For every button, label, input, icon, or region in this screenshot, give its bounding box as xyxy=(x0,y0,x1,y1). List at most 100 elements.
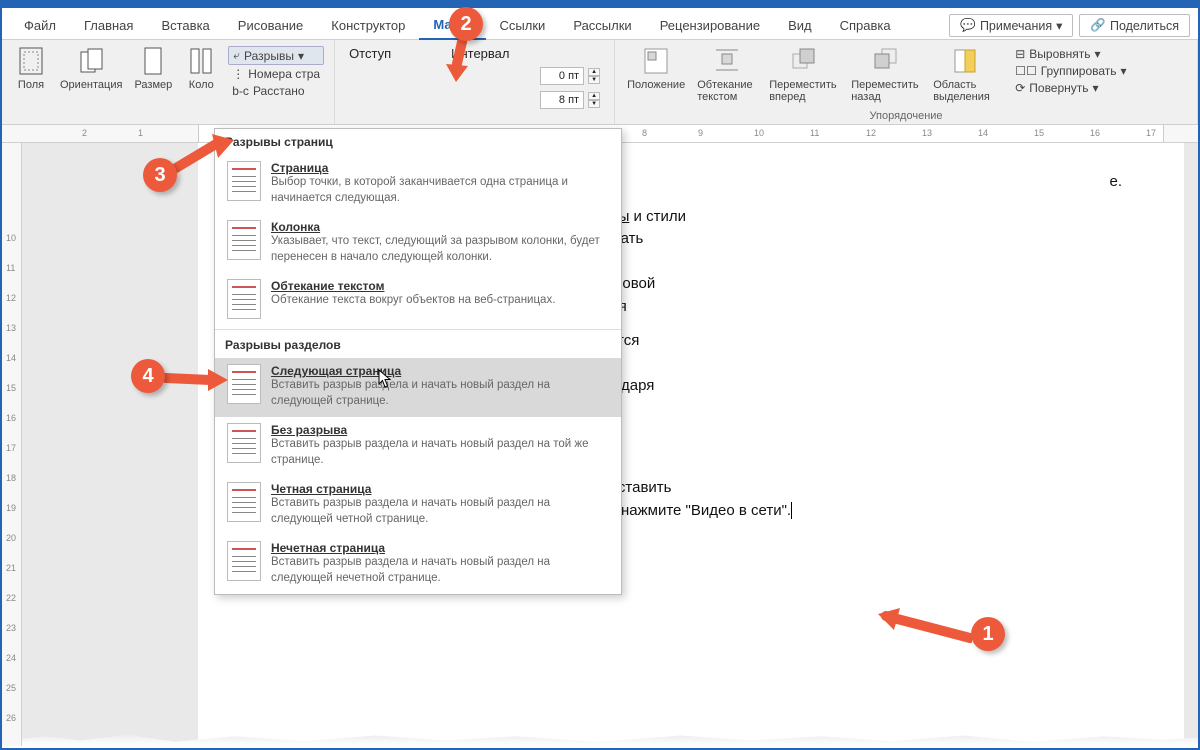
break-next-page-title: Следующая страница xyxy=(271,364,611,378)
breaks-icon: ⤶ xyxy=(233,48,240,63)
break-text-wrap-title: Обтекание текстом xyxy=(271,279,555,293)
align-button[interactable]: ⊟ Выровнять ▾ xyxy=(1011,46,1130,62)
break-page-title: Страница xyxy=(271,161,611,175)
annotation-badge-3: 3 xyxy=(143,158,177,192)
rotate-icon: ⟳ xyxy=(1015,81,1025,95)
spacing-before-stepper[interactable]: ▲▼ xyxy=(588,68,600,84)
margins-button[interactable]: Поля xyxy=(8,44,54,122)
ruler-v-tick: 23 xyxy=(6,623,16,633)
share-button[interactable]: 🔗 Поделиться xyxy=(1079,14,1190,37)
break-odd-page[interactable]: Нечетная страницаВставить разрыв раздела… xyxy=(215,535,621,594)
tab-help[interactable]: Справка xyxy=(826,12,905,39)
position-button[interactable]: Положение xyxy=(621,44,691,108)
doc-text: и стили xyxy=(629,208,686,225)
tab-review[interactable]: Рецензирование xyxy=(646,12,774,39)
break-text-wrap[interactable]: Обтекание текстомОбтекание текста вокруг… xyxy=(215,273,621,327)
align-label: Выровнять xyxy=(1029,47,1090,61)
share-label: Поделиться xyxy=(1110,19,1179,33)
ruler-vertical[interactable]: 1011121314151617181920212223242526 xyxy=(2,143,22,746)
break-text-wrap-desc: Обтекание текста вокруг объектов на веб-… xyxy=(271,293,555,309)
bring-forward-button[interactable]: Переместить вперед xyxy=(763,44,845,108)
break-continuous[interactable]: Без разрываВставить разрыв раздела и нач… xyxy=(215,417,621,476)
line-numbers-icon: ⋮ xyxy=(232,67,244,81)
send-backward-button[interactable]: Переместить назад xyxy=(845,44,927,108)
spacing-after-stepper[interactable]: ▲▼ xyxy=(588,92,600,108)
wrap-text-button[interactable]: Обтекание текстом xyxy=(691,44,763,108)
group-button-label: Группировать xyxy=(1041,64,1117,78)
page-breaks-header: Разрывы страниц xyxy=(215,129,621,155)
ruler-v-tick: 24 xyxy=(6,653,16,663)
tab-mailings[interactable]: Рассылки xyxy=(559,12,645,39)
ruler-h-tick: 17 xyxy=(1146,128,1156,138)
comment-icon: 💬 xyxy=(960,18,976,33)
selection-pane-icon xyxy=(951,46,979,76)
chevron-down-icon: ▾ xyxy=(298,49,304,63)
line-numbers-button[interactable]: ⋮ Номера стра xyxy=(228,66,324,82)
indent-label: Отступ xyxy=(349,46,391,61)
align-icon: ⊟ xyxy=(1015,47,1025,61)
ruler-h-tick: 8 xyxy=(642,128,647,138)
mouse-cursor-icon xyxy=(378,369,392,389)
spacing-before-input[interactable]: 0 пт xyxy=(540,67,584,85)
selection-pane-label: Область выделения xyxy=(933,79,997,103)
title-bar xyxy=(2,0,1198,8)
break-column-title: Колонка xyxy=(271,220,611,234)
ruler-v-tick: 14 xyxy=(6,353,16,363)
columns-button[interactable]: Коло xyxy=(178,44,224,122)
tab-file[interactable]: Файл xyxy=(10,12,70,39)
rotate-label: Повернуть xyxy=(1029,81,1088,95)
break-column[interactable]: КолонкаУказывает, что текст, следующий з… xyxy=(215,214,621,273)
hyphenation-icon: b-c xyxy=(232,84,249,98)
send-backward-label: Переместить назад xyxy=(851,79,921,103)
tab-links[interactable]: Ссылки xyxy=(486,12,560,39)
annotation-arrow-2 xyxy=(442,40,476,84)
size-label: Размер xyxy=(134,79,172,91)
annotation-badge-4: 4 xyxy=(131,359,165,393)
comments-button[interactable]: 💬 Примечания ▾ xyxy=(949,14,1073,37)
wrap-text-label: Обтекание текстом xyxy=(697,79,757,103)
bring-forward-icon xyxy=(790,46,818,76)
rotate-button[interactable]: ⟳Повернуть▾ xyxy=(1011,80,1130,96)
tab-draw[interactable]: Рисование xyxy=(224,12,317,39)
ruler-h-tick: 2 xyxy=(82,128,87,138)
group-button[interactable]: ☐☐Группировать▾ xyxy=(1011,63,1130,79)
ribbon-tabs: Файл Главная Вставка Рисование Конструкт… xyxy=(2,8,1198,40)
break-page[interactable]: СтраницаВыбор точки, в которой заканчива… xyxy=(215,155,621,214)
breaks-button[interactable]: ⤶ Разрывы ▾ xyxy=(228,46,324,65)
breaks-label: Разрывы xyxy=(244,49,294,63)
selection-pane-button[interactable]: Область выделения xyxy=(927,44,1003,108)
ruler-v-tick: 18 xyxy=(6,473,16,483)
send-backward-icon xyxy=(872,46,900,76)
annotation-arrow-1 xyxy=(872,608,972,652)
size-button[interactable]: Размер xyxy=(128,44,178,122)
margins-icon xyxy=(18,46,44,76)
ruler-v-tick: 25 xyxy=(6,683,16,693)
break-continuous-icon xyxy=(227,423,261,463)
tab-home[interactable]: Главная xyxy=(70,12,147,39)
chevron-down-icon: ▾ xyxy=(1095,47,1101,61)
size-icon xyxy=(142,46,164,76)
ruler-v-tick: 10 xyxy=(6,233,16,243)
ruler-v-tick: 26 xyxy=(6,713,16,723)
hyphenation-button[interactable]: b-c Расстано xyxy=(228,83,324,99)
spacing-after-input[interactable]: 8 пт xyxy=(540,91,584,109)
ruler-h-tick: 10 xyxy=(754,128,764,138)
break-next-page-desc: Вставить разрыв раздела и начать новый р… xyxy=(271,378,611,409)
orientation-icon xyxy=(78,46,104,76)
orientation-label: Ориентация xyxy=(60,79,122,91)
orientation-button[interactable]: Ориентация xyxy=(54,44,128,122)
ruler-v-tick: 12 xyxy=(6,293,16,303)
comments-label: Примечания xyxy=(980,19,1052,33)
tab-view[interactable]: Вид xyxy=(774,12,826,39)
group-page-setup: Поля Ориентация Размер Коло ⤶ Разрывы ▾ xyxy=(2,40,335,124)
tab-design[interactable]: Конструктор xyxy=(317,12,419,39)
tab-insert[interactable]: Вставка xyxy=(147,12,223,39)
break-next-page[interactable]: Следующая страницаВставить разрыв раздел… xyxy=(215,358,621,417)
break-column-desc: Указывает, что текст, следующий за разры… xyxy=(271,234,611,265)
line-numbers-label: Номера стра xyxy=(248,67,320,81)
position-icon xyxy=(642,46,670,76)
ruler-v-tick: 21 xyxy=(6,563,16,573)
annotation-arrow-4 xyxy=(164,368,230,392)
break-even-page[interactable]: Четная страницаВставить разрыв раздела и… xyxy=(215,476,621,535)
group-arrange: Положение Обтекание текстом Переместить … xyxy=(615,40,1198,124)
